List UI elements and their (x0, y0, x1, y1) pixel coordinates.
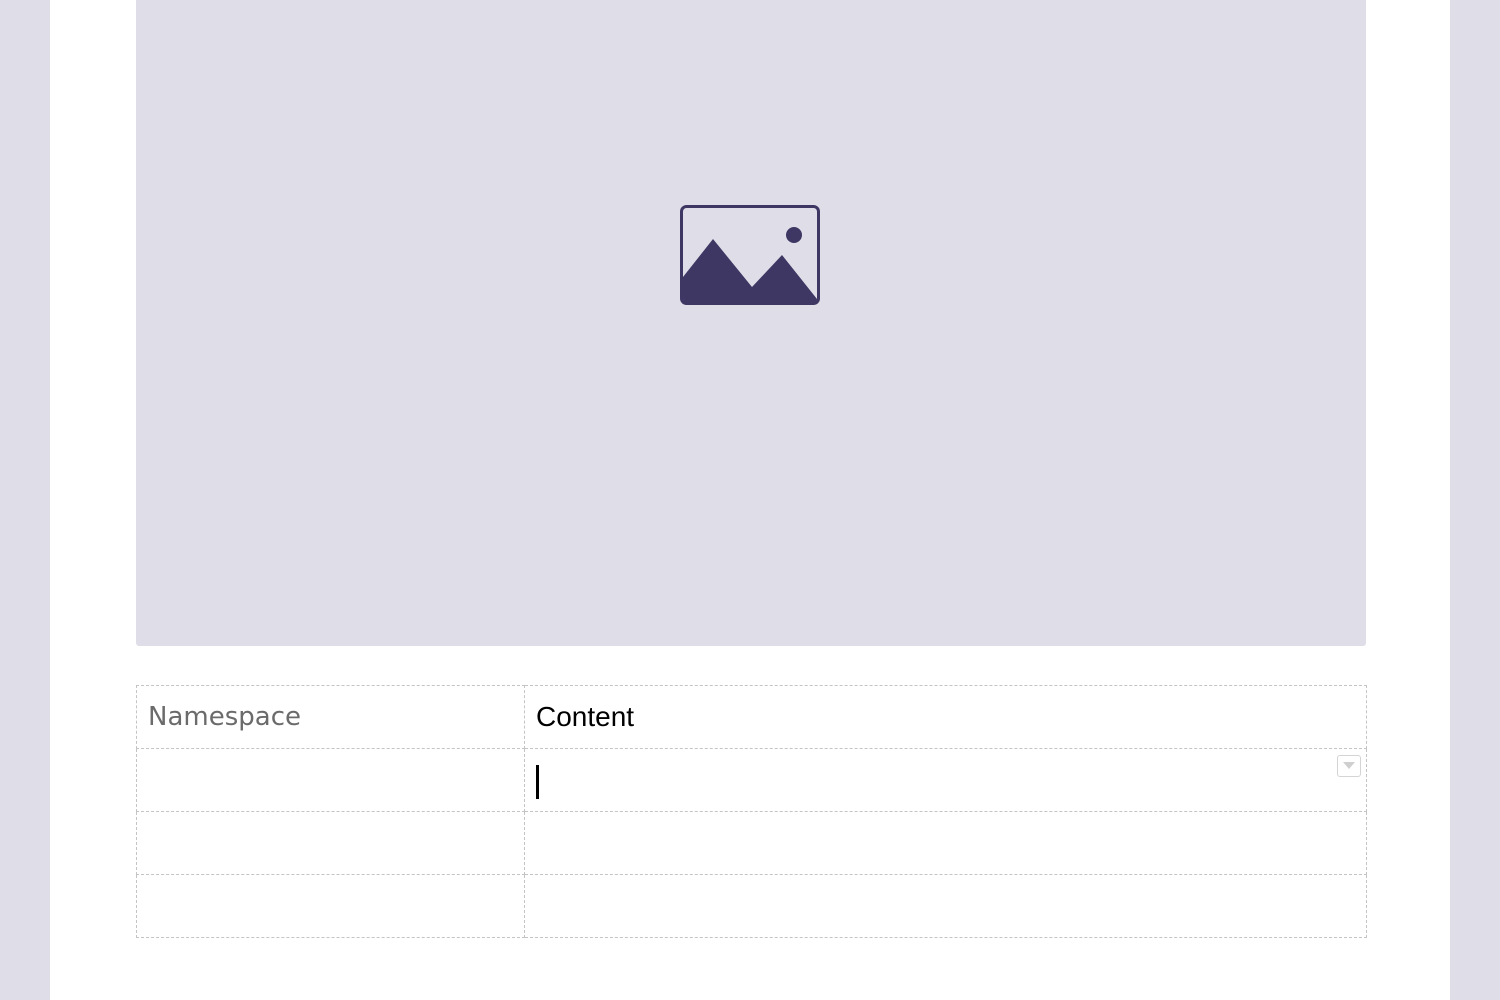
image-placeholder[interactable] (136, 0, 1366, 646)
text-cursor (536, 765, 539, 799)
column-header-namespace: Namespace (148, 702, 301, 732)
table-row (136, 874, 1367, 938)
table-cell-namespace[interactable] (136, 811, 525, 875)
table-cell-content[interactable] (524, 874, 1367, 938)
table-cell-content-active[interactable] (524, 748, 1367, 812)
table-cell[interactable]: Namespace (136, 685, 525, 749)
document-page: Namespace Content (50, 0, 1450, 1000)
table-header-row: Namespace Content (136, 685, 1367, 749)
table-row (136, 748, 1367, 812)
table-row (136, 811, 1367, 875)
chevron-down-icon (1343, 762, 1355, 769)
table-cell-namespace[interactable] (136, 748, 525, 812)
table-cell[interactable]: Content (524, 685, 1367, 749)
cell-options-button[interactable] (1337, 755, 1361, 777)
column-header-content: Content (536, 701, 635, 732)
table-cell-namespace[interactable] (136, 874, 525, 938)
table-cell-content[interactable] (524, 811, 1367, 875)
image-placeholder-icon (680, 205, 820, 305)
namespace-content-table: Namespace Content (136, 685, 1367, 938)
